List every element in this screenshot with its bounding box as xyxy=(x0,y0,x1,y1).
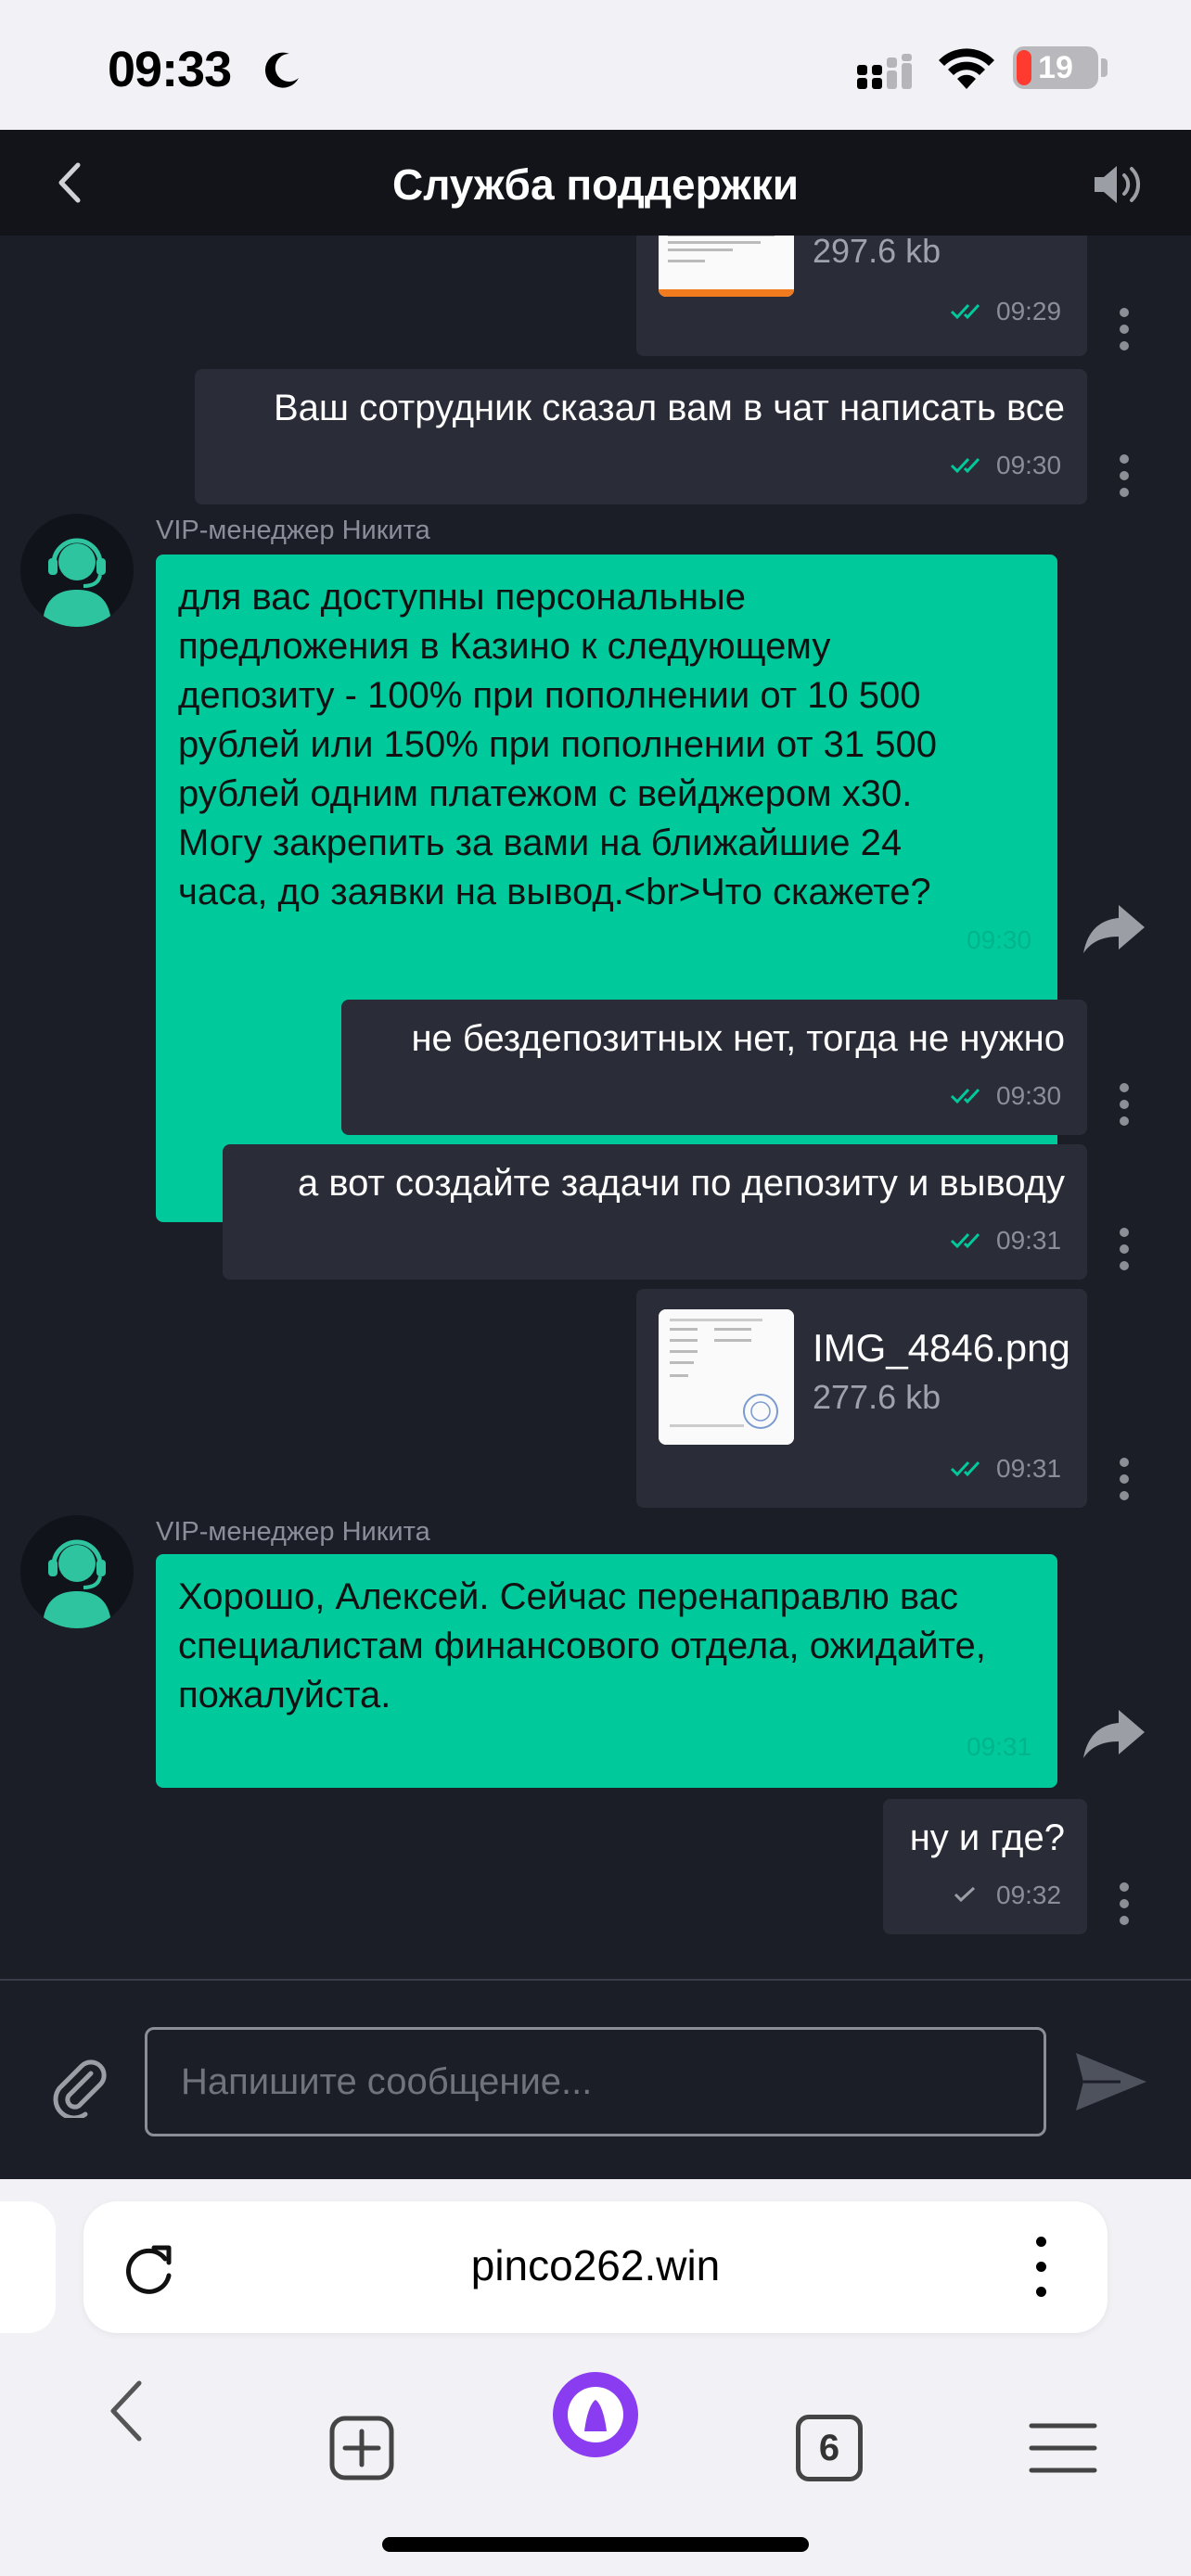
message-text-line: специалистам финансового отдела, ожидайт… xyxy=(178,1626,986,1666)
sent-tick-icon xyxy=(954,1886,976,1903)
menu-icon[interactable] xyxy=(1028,2420,1098,2476)
message-text-line: пожалуйста. xyxy=(178,1675,391,1715)
message-time: 09:32 xyxy=(996,1881,1062,1909)
message-input[interactable] xyxy=(145,2027,1046,2136)
agent-avatar xyxy=(20,514,134,627)
message-time: 09:30 xyxy=(996,451,1062,479)
read-ticks-icon xyxy=(950,1460,980,1477)
file-message[interactable]: 297.6 kb 09:29 xyxy=(636,236,1087,356)
message-composer xyxy=(0,1979,1191,2179)
message-text-line: часа, до заявки на вывод.<br>Что скажете… xyxy=(178,872,931,912)
message-menu-icon[interactable] xyxy=(1115,454,1133,506)
cellular-signal-icon xyxy=(857,54,912,89)
message-time: 09:30 xyxy=(996,1081,1062,1110)
message-time: 09:31 xyxy=(996,1226,1062,1255)
message-text-line: рублей или 150% при пополнении от 31 500 xyxy=(178,724,937,765)
chat-messages[interactable]: 297.6 kb 09:29 Ваш сотрудник сказал вам … xyxy=(0,236,1191,1979)
message-text: Ваш сотрудник сказал вам в чат написать … xyxy=(273,388,1065,428)
message-menu-icon[interactable] xyxy=(1115,1228,1133,1280)
agent-message[interactable]: Хорошо, Алексей. Сейчас перенаправлю вас… xyxy=(156,1554,1057,1788)
message-text-line: для вас доступны персональные xyxy=(178,577,747,618)
paperclip-icon[interactable] xyxy=(46,2053,111,2118)
message-menu-icon[interactable] xyxy=(1115,1882,1133,1934)
more-menu-icon[interactable] xyxy=(1030,2237,1052,2298)
message-text-line: Могу закрепить за вами на ближайшие 24 xyxy=(178,823,903,863)
user-message[interactable]: Ваш сотрудник сказал вам в чат написать … xyxy=(195,369,1087,504)
read-ticks-icon xyxy=(950,1232,980,1249)
file-size: 277.6 kb xyxy=(813,1378,941,1416)
new-tab-icon[interactable] xyxy=(328,2415,395,2481)
message-text-line: рублей одним платежом с вейджером х30. xyxy=(178,773,913,814)
message-text: а вот создайте задачи по депозиту и выво… xyxy=(297,1163,1065,1204)
wifi-icon xyxy=(939,48,994,89)
page-title: Служба поддержки xyxy=(391,160,800,209)
message-text: не бездепозитных нет, тогда не нужно xyxy=(411,1018,1065,1059)
message-menu-icon[interactable] xyxy=(1115,1083,1133,1135)
read-ticks-icon xyxy=(950,457,980,474)
message-time: 09:29 xyxy=(996,297,1062,325)
tabs-button[interactable]: 6 xyxy=(796,2415,863,2481)
agent-avatar xyxy=(20,1515,134,1628)
message-menu-icon[interactable] xyxy=(1115,1458,1133,1510)
browser-toolbar: pinco262.win 6 xyxy=(0,2179,1191,2576)
forward-icon[interactable] xyxy=(1082,1704,1148,1760)
chat-header: Служба поддержки xyxy=(0,130,1191,236)
address-bar[interactable]: pinco262.win xyxy=(83,2201,1108,2333)
tab-count: 6 xyxy=(818,2428,840,2468)
user-message[interactable]: не бездепозитных нет, тогда не нужно 09:… xyxy=(341,1000,1087,1135)
message-time: 09:31 xyxy=(967,1732,1032,1761)
sender-name: VIP-менеджер Никита xyxy=(156,1517,430,1547)
message-time: 09:30 xyxy=(967,925,1032,954)
send-icon[interactable] xyxy=(1074,2051,1148,2112)
speaker-icon[interactable] xyxy=(1091,161,1146,208)
forward-icon[interactable] xyxy=(1082,899,1148,955)
battery-icon: 19 xyxy=(1013,46,1098,89)
message-menu-icon[interactable] xyxy=(1115,308,1133,360)
battery-tip xyxy=(1101,58,1108,77)
user-message[interactable]: а вот создайте задачи по депозиту и выво… xyxy=(223,1144,1087,1280)
file-message[interactable]: IMG_4846.png 277.6 kb 09:31 xyxy=(636,1289,1087,1508)
message-text-line: предложения в Казино к следующему xyxy=(178,626,831,667)
status-bar: 09:33 19 xyxy=(0,0,1191,130)
file-size: 297.6 kb xyxy=(813,236,941,270)
battery-percentage: 19 xyxy=(1038,50,1073,85)
home-indicator xyxy=(382,2537,809,2552)
alice-assistant-button[interactable] xyxy=(553,2372,638,2457)
status-time: 09:33 xyxy=(108,42,232,97)
message-text: ну и где? xyxy=(909,1817,1065,1858)
previous-tab-card[interactable] xyxy=(0,2201,56,2333)
browser-back-icon[interactable] xyxy=(102,2374,158,2448)
url-text[interactable]: pinco262.win xyxy=(83,2240,1108,2290)
moon-icon xyxy=(264,52,299,88)
file-thumbnail[interactable] xyxy=(659,236,794,297)
sender-name: VIP-менеджер Никита xyxy=(156,516,430,545)
file-name: IMG_4846.png xyxy=(813,1326,1070,1370)
message-text-line: депозиту - 100% при пополнении от 10 500 xyxy=(178,675,921,716)
user-message[interactable]: ну и где? 09:32 xyxy=(883,1799,1087,1934)
read-ticks-icon xyxy=(950,303,980,320)
message-text-line: Хорошо, Алексей. Сейчас перенаправлю вас xyxy=(178,1576,958,1617)
read-ticks-icon xyxy=(950,1088,980,1104)
file-thumbnail[interactable] xyxy=(659,1309,794,1445)
message-time: 09:31 xyxy=(996,1454,1062,1483)
